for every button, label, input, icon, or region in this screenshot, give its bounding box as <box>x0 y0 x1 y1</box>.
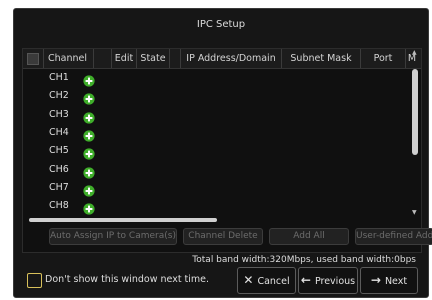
table-action-buttons: Auto Assign IP to Camera(s) Channel Dele… <box>23 226 432 246</box>
ipc-setup-window: IPC Setup Channel Edit State IP Address/… <box>13 8 432 298</box>
previous-label: Previous <box>314 276 356 287</box>
channel-name: CH2 <box>49 90 69 102</box>
dont-show-label: Don't show this window next time. <box>45 274 210 285</box>
cancel-label: Cancel <box>257 276 290 287</box>
scroll-down-icon[interactable]: ▼ <box>412 209 417 216</box>
add-camera-icon[interactable] <box>83 127 95 142</box>
add-camera-icon[interactable] <box>83 164 95 179</box>
cancel-button[interactable]: ✕ Cancel <box>237 267 296 294</box>
column-header-edit: Edit <box>112 49 137 68</box>
add-camera-icon[interactable] <box>83 109 95 124</box>
add-camera-icon[interactable] <box>83 145 95 160</box>
vertical-scrollbar[interactable]: ▲ ▼ <box>412 49 418 216</box>
column-header-spacer-2 <box>170 49 181 68</box>
arrow-right-icon: → <box>370 273 381 287</box>
table-row[interactable]: CH8 <box>23 197 411 215</box>
add-camera-icon[interactable] <box>83 72 95 87</box>
horizontal-scrollbar[interactable] <box>25 217 417 222</box>
previous-button[interactable]: ← Previous <box>298 267 358 294</box>
channel-name: CH3 <box>49 108 69 120</box>
column-header-ip-address: IP Address/Domain <box>181 49 282 68</box>
channel-rows: CH1 CH2 CH3 CH4 CH5 CH6 CH7 CH8 <box>23 69 411 217</box>
channel-name: CH5 <box>49 145 69 157</box>
table-row[interactable]: CH6 <box>23 161 411 179</box>
column-header-spacer <box>95 49 112 68</box>
dont-show-checkbox[interactable] <box>27 273 42 288</box>
add-camera-icon[interactable] <box>83 200 95 215</box>
column-header-subnet-mask: Subnet Mask <box>282 49 361 68</box>
add-camera-icon[interactable] <box>83 90 95 105</box>
scroll-up-icon[interactable]: ▲ <box>412 49 417 56</box>
vertical-scroll-thumb[interactable] <box>412 69 418 155</box>
channel-name: CH4 <box>49 126 69 138</box>
table-row[interactable]: CH4 <box>23 124 411 142</box>
add-all-button[interactable]: Add All <box>269 228 349 245</box>
close-icon: ✕ <box>243 273 254 287</box>
column-header-state: State <box>137 49 170 68</box>
channel-name: CH1 <box>49 72 69 83</box>
dialog-title: IPC Setup <box>196 19 246 30</box>
bandwidth-status: Total band width:320Mbps, used band widt… <box>192 255 416 265</box>
table-row[interactable]: CH7 <box>23 179 411 197</box>
table-row[interactable]: CH2 <box>23 87 411 105</box>
table-row[interactable]: CH5 <box>23 142 411 160</box>
table-row[interactable]: CH3 <box>23 106 411 124</box>
channel-name: CH6 <box>49 163 69 175</box>
channel-delete-button[interactable]: Channel Delete <box>183 228 263 245</box>
user-defined-add-button[interactable]: User-defined Add <box>355 228 432 245</box>
column-header-port: Port <box>361 49 406 68</box>
channel-table-panel: Channel Edit State IP Address/Domain Sub… <box>22 48 432 253</box>
horizontal-scroll-thumb[interactable] <box>29 218 217 222</box>
column-header-channel: Channel <box>44 49 94 68</box>
next-label: Next <box>384 276 408 287</box>
arrow-left-icon: ← <box>300 273 311 287</box>
auto-assign-ip-button[interactable]: Auto Assign IP to Camera(s) <box>49 228 177 245</box>
select-all-column[interactable] <box>23 49 44 68</box>
channel-name: CH7 <box>49 181 69 193</box>
channel-name: CH8 <box>49 200 69 212</box>
next-button[interactable]: → Next <box>360 267 418 294</box>
table-row[interactable]: CH1 <box>23 69 411 87</box>
select-all-checkbox[interactable] <box>27 53 39 65</box>
add-camera-icon[interactable] <box>83 182 95 197</box>
table-header: Channel Edit State IP Address/Domain Sub… <box>23 49 421 69</box>
